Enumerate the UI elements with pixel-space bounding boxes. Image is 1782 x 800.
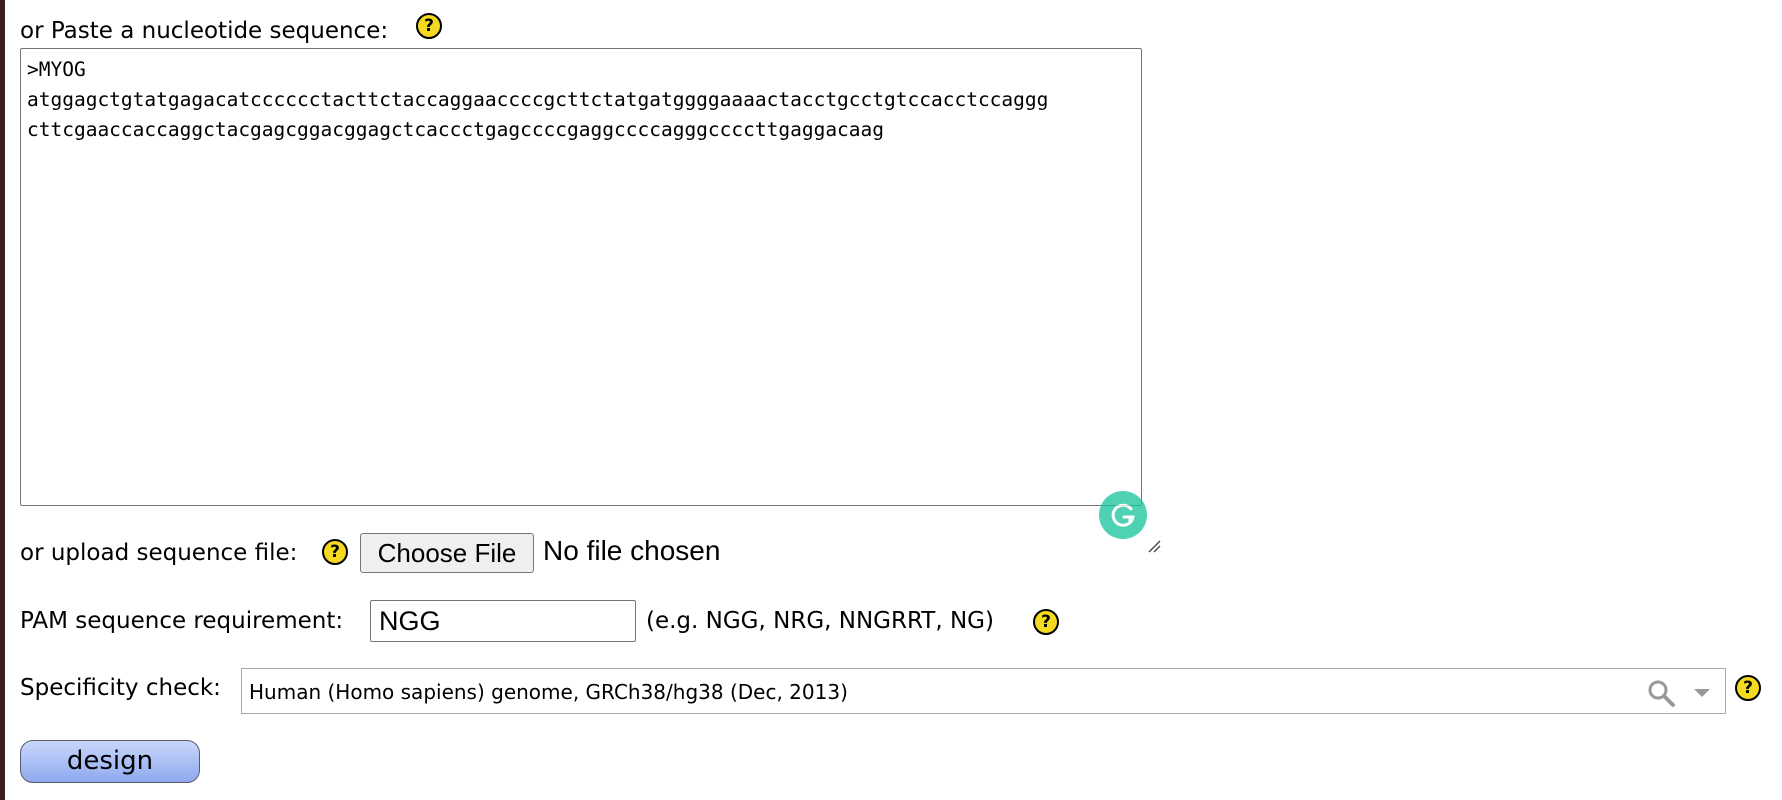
pam-sequence-input[interactable] — [370, 600, 636, 642]
window-left-edge — [0, 0, 5, 800]
help-icon[interactable]: ? — [1735, 675, 1761, 701]
genome-select[interactable]: Human (Homo sapiens) genome, GRCh38/hg38… — [241, 668, 1726, 714]
upload-sequence-label: or upload sequence file: — [20, 540, 298, 566]
help-icon[interactable]: ? — [1033, 609, 1059, 635]
chevron-down-icon[interactable] — [1693, 688, 1711, 698]
resize-handle-icon[interactable] — [1147, 539, 1161, 553]
pam-requirement-label: PAM sequence requirement: — [20, 608, 344, 634]
genome-select-value: Human (Homo sapiens) genome, GRCh38/hg38… — [249, 680, 848, 704]
paste-sequence-label: or Paste a nucleotide sequence: — [20, 18, 389, 44]
sequence-textarea[interactable]: >MYOG atggagctgtatgagacatcccccctacttctac… — [20, 48, 1161, 553]
specificity-check-label: Specificity check: — [20, 675, 221, 701]
choose-file-button[interactable]: Choose File — [360, 533, 534, 573]
file-status-text: No file chosen — [543, 535, 721, 566]
help-icon[interactable]: ? — [322, 539, 348, 565]
grammarly-icon[interactable] — [1099, 491, 1147, 539]
sequence-text[interactable]: >MYOG atggagctgtatgagacatcccccctacttctac… — [27, 55, 1048, 145]
help-icon[interactable]: ? — [416, 13, 442, 39]
search-icon — [1648, 680, 1675, 707]
pam-example-text: (e.g. NGG, NRG, NNGRRT, NG) — [646, 608, 994, 634]
design-button[interactable]: design — [20, 740, 200, 783]
